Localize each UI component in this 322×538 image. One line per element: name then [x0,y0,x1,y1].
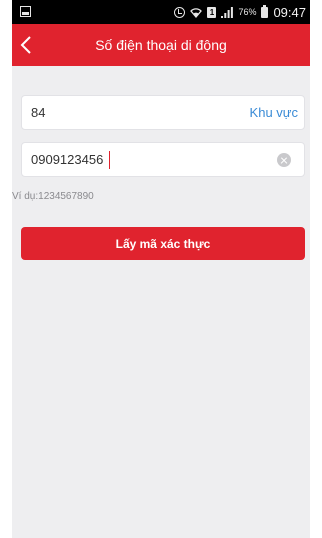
app-header: Số điện thoại di động [12,24,310,66]
phone-number-input[interactable] [31,143,271,176]
phone-number-field [21,142,305,177]
region-select-link[interactable]: Khu vực [250,96,298,129]
sim-icon: 1 [207,6,217,18]
wifi-icon [190,7,203,18]
phone-screen: 1 76% 09:47 Số điện thoại di động Khu vự [12,0,310,538]
country-code-field: Khu vực [21,95,305,130]
get-verification-code-button[interactable]: Lấy mã xác thực [21,227,305,260]
clear-input-button[interactable] [277,153,291,167]
page-title: Số điện thoại di động [95,37,227,53]
country-code-input[interactable] [31,96,231,129]
status-bar: 1 76% 09:47 [12,0,310,24]
phone-format-hint: Ví dụ:1234567890 [12,191,94,202]
text-cursor [109,151,110,169]
status-icons: 1 76% 09:47 [174,0,306,24]
battery-percent: 76% [238,7,257,17]
status-time: 09:47 [273,4,306,20]
signal-icon [221,6,234,18]
screenshot-icon [20,6,31,17]
battery-icon [261,4,269,18]
alarm-icon [174,6,186,18]
